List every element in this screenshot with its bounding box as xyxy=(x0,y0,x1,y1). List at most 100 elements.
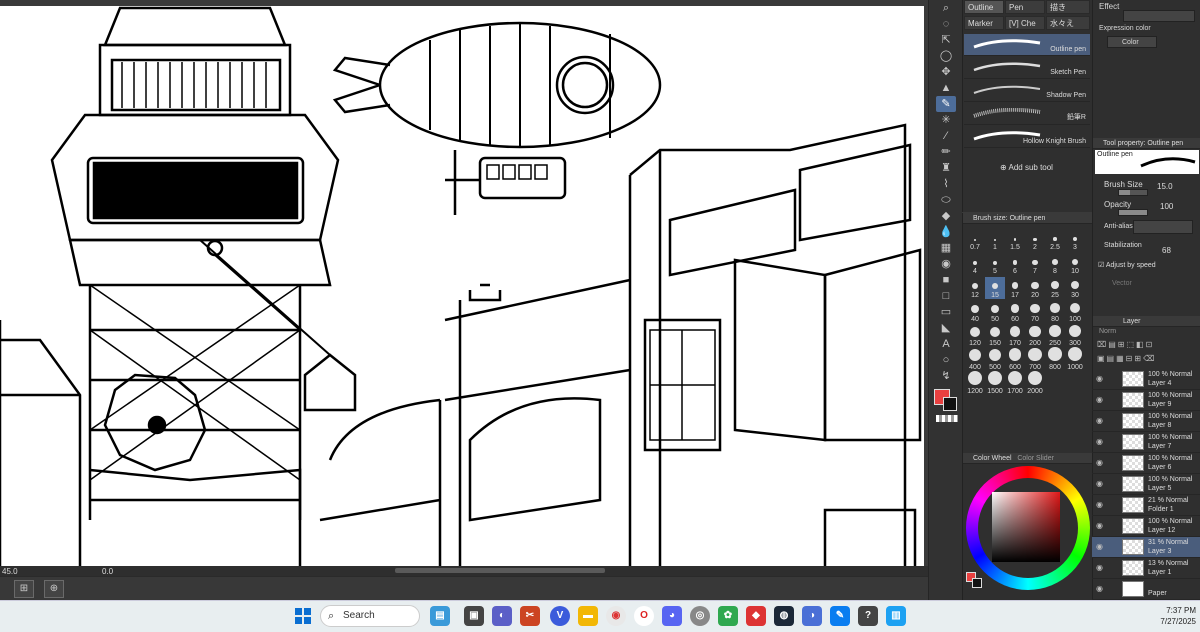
ruler-icon[interactable]: ◣ xyxy=(936,320,956,336)
brush-size-option[interactable]: 2000 xyxy=(1025,371,1045,395)
operation-icon[interactable]: ◌ xyxy=(936,16,956,32)
layer-row[interactable]: ◉ 100 % Normal Layer 4 xyxy=(1092,369,1200,390)
brush-item[interactable]: Hollow Knight Brush xyxy=(964,126,1090,148)
widgets-icon[interactable]: ▤ xyxy=(430,606,450,626)
brush-size-option[interactable]: 3 xyxy=(1065,229,1085,251)
layer-visibility-icon[interactable]: ◉ xyxy=(1096,479,1103,488)
opacity-slider[interactable] xyxy=(1118,209,1148,216)
subtool-tab-6[interactable]: 水々え xyxy=(1046,16,1090,30)
brush-size-option[interactable]: 30 xyxy=(1065,277,1085,299)
snipping-tool-icon[interactable]: ✂ xyxy=(520,606,540,626)
brush-size-slider[interactable] xyxy=(1118,189,1148,196)
chrome-icon[interactable]: ◉ xyxy=(606,606,626,626)
brush-size-option[interactable]: 1000 xyxy=(1065,347,1085,371)
expression-color-select[interactable]: Color xyxy=(1107,36,1157,48)
fill-icon[interactable]: ▦ xyxy=(936,240,956,256)
brush-size-option[interactable]: 170 xyxy=(1005,325,1025,347)
brush-size-option[interactable]: 80 xyxy=(1045,301,1065,323)
app-icon-13[interactable]: ◑ xyxy=(802,606,822,626)
opera-icon[interactable]: O xyxy=(634,606,654,626)
brush-size-option[interactable]: 60 xyxy=(1005,301,1025,323)
app-icon-16[interactable]: ▥ xyxy=(886,606,906,626)
figure-icon[interactable]: □ xyxy=(936,288,956,304)
windows-start-icon[interactable] xyxy=(295,608,311,624)
layer-visibility-icon[interactable]: ◉ xyxy=(1096,500,1103,509)
brush-size-option[interactable]: 1200 xyxy=(965,371,985,395)
brush-size-option[interactable]: 4 xyxy=(965,253,985,275)
add-subtool-button[interactable]: ⊕ Add sub tool xyxy=(1000,163,1053,172)
brush-size-option[interactable]: 7 xyxy=(1025,253,1045,275)
clip-studio-icon[interactable]: ? xyxy=(858,606,878,626)
text-icon[interactable]: A xyxy=(936,336,956,352)
balloon-icon[interactable]: ○ xyxy=(936,352,956,368)
pencil-icon[interactable]: ✏ xyxy=(936,144,956,160)
saturation-value-box[interactable] xyxy=(992,492,1060,562)
sparkle-icon[interactable]: ✳ xyxy=(936,112,956,128)
pen-tool-icon[interactable]: ✎ xyxy=(936,96,956,112)
fit-screen-icon[interactable]: ⊕ xyxy=(44,580,64,598)
layer-visibility-icon[interactable]: ◉ xyxy=(1096,521,1103,530)
brush-item[interactable]: Sketch Pen xyxy=(964,57,1090,79)
layer-row[interactable]: ◉ 100 % Normal Layer 6 xyxy=(1092,453,1200,474)
task-view-icon[interactable]: ▣ xyxy=(464,606,484,626)
steam-icon[interactable]: ◍ xyxy=(774,606,794,626)
layer-row[interactable]: ◉ Paper xyxy=(1092,579,1200,600)
sub-color-swatch[interactable] xyxy=(943,397,957,411)
app-icon-14[interactable]: ✎ xyxy=(830,606,850,626)
layer-visibility-icon[interactable]: ◉ xyxy=(1096,584,1103,593)
app-icon-11[interactable]: ◆ xyxy=(746,606,766,626)
subtool-tab-3[interactable]: 描き xyxy=(1046,0,1090,14)
rotation-angle[interactable]: 0.0 xyxy=(102,567,152,576)
zoom-level[interactable]: 45.0 xyxy=(0,567,22,576)
subtool-tab-outline[interactable]: Outline xyxy=(964,0,1004,14)
vpn-app-icon[interactable]: V xyxy=(550,606,570,626)
brush-size-value[interactable]: 15.0 xyxy=(1157,182,1173,191)
brush-item[interactable]: 鉛筆R xyxy=(964,103,1090,125)
color-wheel-tab[interactable]: Color Wheel Color Slider xyxy=(963,453,1092,464)
subtool-tab-marker[interactable]: Marker xyxy=(964,16,1004,30)
opacity-value[interactable]: 100 xyxy=(1160,202,1173,211)
brush-size-option[interactable]: 20 xyxy=(1025,277,1045,299)
gradient-icon[interactable]: ■ xyxy=(936,272,956,288)
brush-size-option[interactable]: 10 xyxy=(1065,253,1085,275)
layer-visibility-icon[interactable]: ◉ xyxy=(1096,542,1103,551)
line-correction-icon[interactable]: ↯ xyxy=(936,368,956,384)
brush-size-option[interactable]: 1700 xyxy=(1005,371,1025,395)
decoration-icon[interactable]: ⬭ xyxy=(936,192,956,208)
brush-size-option[interactable]: 15 xyxy=(985,277,1005,299)
chat-icon[interactable]: ◐ xyxy=(492,606,512,626)
discord-icon[interactable]: ◕ xyxy=(662,606,682,626)
brush-size-option[interactable]: 150 xyxy=(985,325,1005,347)
layer-visibility-icon[interactable]: ◉ xyxy=(1096,458,1103,467)
canvas-scrollbar-horizontal[interactable] xyxy=(395,568,605,573)
brush-size-option[interactable]: 800 xyxy=(1045,347,1065,371)
zoom-icon[interactable]: ⌕ xyxy=(936,0,956,16)
brush-size-option[interactable]: 2.5 xyxy=(1045,229,1065,251)
subtool-tab-pen[interactable]: Pen xyxy=(1005,0,1045,14)
brush-item[interactable]: Outline pen xyxy=(964,34,1090,56)
brush-size-option[interactable]: 40 xyxy=(965,301,985,323)
bucket-icon[interactable]: ◉ xyxy=(936,256,956,272)
brush-size-option[interactable]: 1.5 xyxy=(1005,229,1025,251)
layer-row[interactable]: ◉ 31 % Normal Layer 3 xyxy=(1092,537,1200,558)
layer-row[interactable]: ◉ 100 % Normal Layer 7 xyxy=(1092,432,1200,453)
layer-visibility-icon[interactable]: ◉ xyxy=(1096,437,1103,446)
layer-visibility-icon[interactable]: ◉ xyxy=(1096,395,1103,404)
brush-size-option[interactable]: 300 xyxy=(1065,325,1085,347)
brush-size-option[interactable]: 12 xyxy=(965,277,985,299)
subtool-tab-check[interactable]: [V] Che xyxy=(1005,16,1045,30)
selection-icon[interactable]: ▲ xyxy=(936,80,956,96)
brush-size-option[interactable]: 17 xyxy=(1005,277,1025,299)
brush-size-option[interactable]: 500 xyxy=(985,348,1005,371)
object-icon[interactable]: ⇱ xyxy=(936,32,956,48)
layer-row[interactable]: ◉ 21 % Normal Folder 1 xyxy=(1092,495,1200,516)
layer-visibility-icon[interactable]: ◉ xyxy=(1096,374,1103,383)
brush-size-option[interactable]: 700 xyxy=(1025,347,1045,371)
antialias-selector[interactable] xyxy=(1133,220,1193,234)
app-icon-9[interactable]: ◎ xyxy=(690,606,710,626)
brush-item[interactable]: Shadow Pen xyxy=(964,80,1090,102)
brush-size-option[interactable]: 2 xyxy=(1025,229,1045,251)
drawing-canvas[interactable] xyxy=(0,0,928,568)
layer-row[interactable]: ◉ 13 % Normal Layer 1 xyxy=(1092,558,1200,579)
brush-size-option[interactable]: 50 xyxy=(985,301,1005,323)
